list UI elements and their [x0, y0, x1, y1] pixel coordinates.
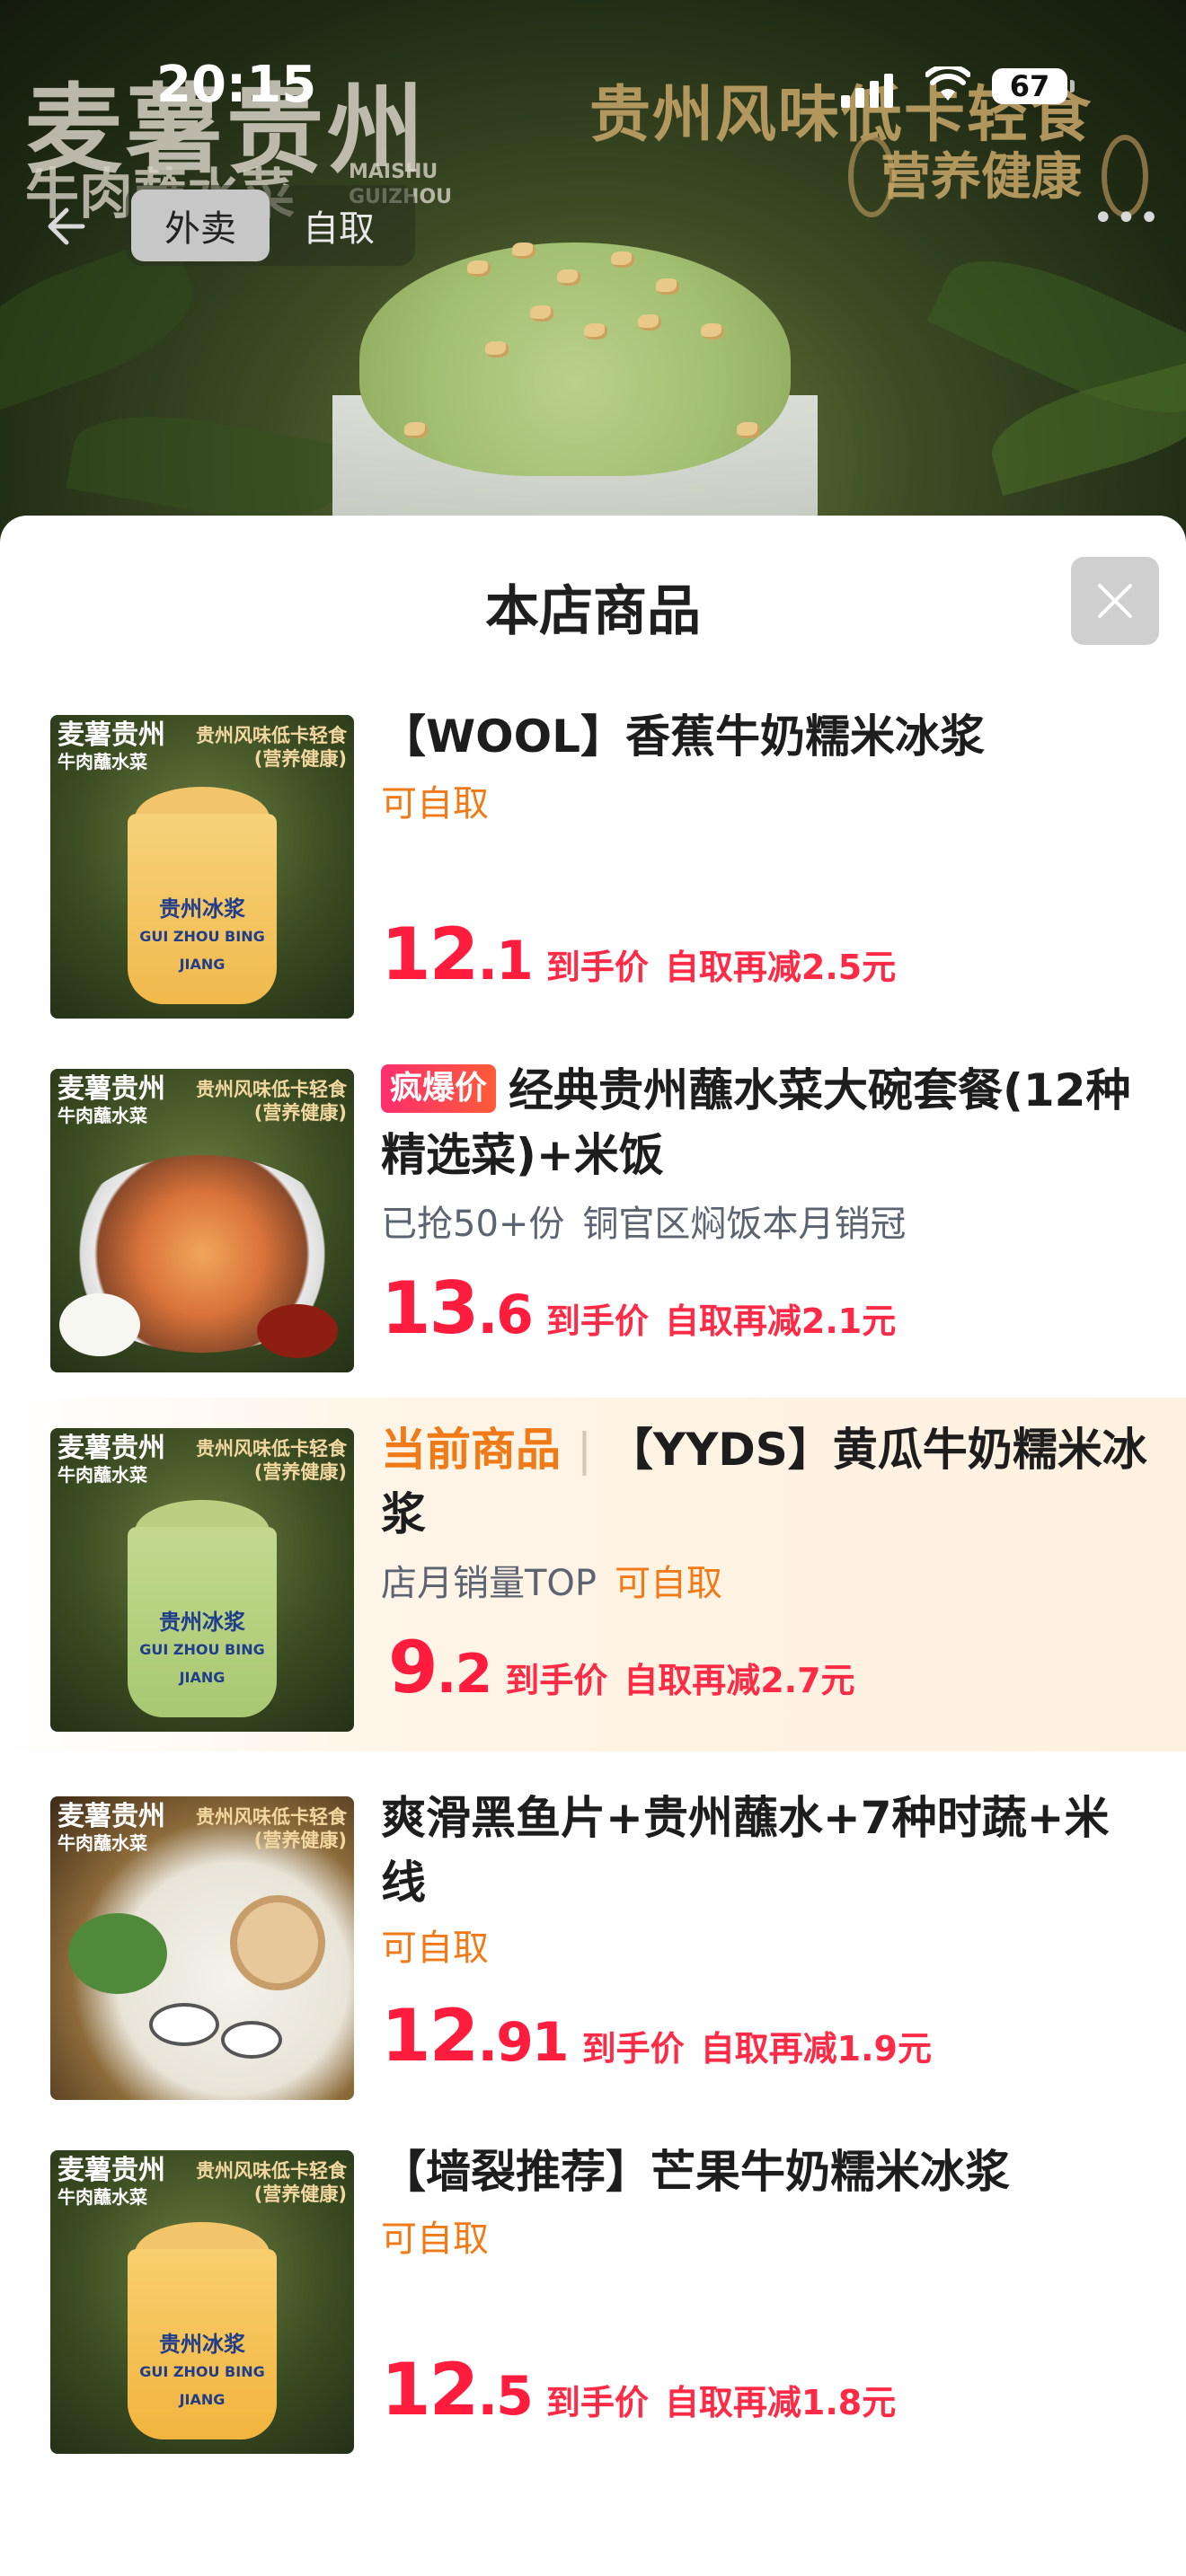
more-options-icon[interactable]: •••: [1093, 198, 1162, 239]
product-price: 13.6: [381, 1266, 534, 1350]
thumb-greens: [68, 1913, 167, 1994]
wifi-icon: [925, 66, 970, 101]
product-image: 麦薯贵州 牛肉蘸水菜 贵州风味低卡轻食 (营养健康): [50, 1069, 354, 1372]
product-name: 【墙裂推荐】芒果牛奶糯米冰浆: [381, 2146, 1010, 2198]
product-name: 【WOOL】香蕉牛奶糯米冰浆: [381, 710, 986, 763]
price-row: 12.5 到手价 自取再减1.8元: [381, 2348, 896, 2431]
thumb-lotus: [230, 1895, 325, 1990]
sold-count-tag: 已抢50+份: [381, 1204, 565, 1245]
nut-topping: [557, 269, 580, 286]
nut-topping: [638, 314, 661, 331]
product-name: 爽滑黑鱼片+贵州蘸水+7种时蔬+米线: [381, 1792, 1110, 1909]
tab-pickup[interactable]: 自取: [270, 190, 408, 261]
thumb-brand: 麦薯贵州 牛肉蘸水菜: [58, 1073, 165, 1127]
product-price: 9.2: [388, 1626, 492, 1709]
pickup-discount: 自取再减2.1元: [664, 1301, 897, 1341]
thumb-slogan: 贵州风味低卡轻食 (营养健康): [196, 1079, 347, 1124]
product-price: 12.1: [381, 913, 534, 996]
signal-icon: [841, 74, 893, 108]
price-row: 9.2 到手价 自取再减2.7元: [388, 1626, 855, 1709]
product-item-current[interactable]: 麦薯贵州 牛肉蘸水菜 贵州风味低卡轻食 (营养健康) 贵州冰浆 GUI ZHOU BI…: [0, 1398, 1186, 1751]
price-label: 到手价: [505, 1661, 608, 1700]
thumb-sauce: [257, 1304, 338, 1358]
thumb-brand: 麦薯贵州 牛肉蘸水菜: [58, 1801, 165, 1855]
close-icon: [1098, 584, 1132, 618]
thumb-slogan: 贵州风味低卡轻食 (营养健康): [196, 2160, 347, 2205]
product-image: 麦薯贵州 牛肉蘸水菜 贵州风味低卡轻食 (营养健康) 贵州冰浆 GUI ZHOU BI…: [50, 1428, 354, 1732]
nut-topping: [467, 260, 491, 277]
status-time: 20:15: [156, 56, 317, 114]
product-image: 麦薯贵州 牛肉蘸水菜 贵州风味低卡轻食 (营养健康): [50, 1796, 354, 2100]
sales-top-tag: 店月销量TOP: [381, 1563, 597, 1604]
pickup-tag: 可自取: [615, 1563, 723, 1604]
nut-topping: [701, 323, 724, 340]
thumb-slogan: 贵州风味低卡轻食 (营养健康): [196, 1806, 347, 1851]
banner-slogan-2: 营养健康: [881, 147, 1082, 207]
current-item-label: 当前商品: [381, 1424, 561, 1476]
pickup-tag: 可自取: [381, 783, 489, 825]
product-image: 麦薯贵州 牛肉蘸水菜 贵州风味低卡轻食 (营养健康) 贵州冰浆 GUI ZHOU BI…: [50, 715, 354, 1019]
nut-topping: [611, 251, 634, 268]
thumb-cup: 贵州冰浆 GUI ZHOU BING JIANG: [128, 2249, 277, 2439]
store-products-sheet: 本店商品 麦薯贵州 牛肉蘸水菜 贵州风味低卡轻食 (营养健康) 贵州冰浆 GUI ZH…: [0, 516, 1186, 2576]
battery-icon: 67: [992, 68, 1075, 104]
arrow-left-icon: [48, 207, 85, 245]
tab-delivery[interactable]: 外卖: [131, 190, 270, 261]
product-item[interactable]: 麦薯贵州 牛肉蘸水菜 贵州风味低卡轻食 (营养健康) 疯爆价 经典贵州蘸水菜大碗套餐(…: [0, 1054, 1186, 1372]
price-label: 到手价: [545, 2383, 649, 2422]
pickup-tag: 可自取: [381, 1928, 489, 1969]
nut-topping: [404, 422, 428, 438]
nut-topping: [530, 305, 553, 322]
delivery-mode-switch: 外卖 自取: [126, 185, 415, 266]
thumb-slogan: 贵州风味低卡轻食 (营养健康): [196, 725, 347, 770]
product-tags: 已抢50+份 铜官区焖饭本月销冠: [381, 1202, 924, 1247]
thumb-fish: [149, 2003, 219, 2046]
nut-topping: [584, 323, 607, 340]
nut-topping: [656, 278, 679, 295]
thumb-brand: 麦薯贵州 牛肉蘸水菜: [58, 1433, 165, 1486]
product-tags: 可自取: [381, 1926, 489, 1971]
product-tags: 店月销量TOP 可自取: [381, 1561, 722, 1606]
price-label: 到手价: [581, 2029, 685, 2069]
back-button[interactable]: [36, 199, 99, 262]
price-row: 12.91 到手价 自取再减1.9元: [381, 1994, 932, 2078]
product-tags: 可自取: [381, 2217, 489, 2262]
ranking-tag: 铜官区焖饭本月销冠: [582, 1204, 907, 1245]
product-item[interactable]: 麦薯贵州 牛肉蘸水菜 贵州风味低卡轻食 (营养健康) 贵州冰浆 GUI ZHOU BI…: [0, 701, 1186, 1019]
nut-topping: [485, 341, 509, 357]
product-item[interactable]: 麦薯贵州 牛肉蘸水菜 贵州风味低卡轻食 (营养健康) 爽滑黑鱼片+贵州蘸水+7种时蔬…: [0, 1782, 1186, 2100]
pickup-tag: 可自取: [381, 2219, 489, 2260]
thumb-slogan: 贵州风味低卡轻食 (营养健康): [196, 1438, 347, 1483]
product-name: 当前商品 | 【YYDS】黄瓜牛奶糯米冰浆: [381, 1424, 1147, 1540]
price-label: 到手价: [545, 1301, 649, 1341]
thumb-rice: [59, 1293, 140, 1356]
product-item[interactable]: 麦薯贵州 牛肉蘸水菜 贵州风味低卡轻食 (营养健康) 贵州冰浆 GUI ZHOU BI…: [0, 2136, 1186, 2454]
thumb-cup: 贵州冰浆 GUI ZHOU BING JIANG: [128, 814, 277, 1004]
product-name: 疯爆价 经典贵州蘸水菜大碗套餐(12种精选菜)+米饭: [381, 1063, 1131, 1181]
pickup-discount: 自取再减2.5元: [664, 948, 897, 987]
pickup-discount: 自取再减1.9元: [700, 2029, 932, 2069]
nut-topping: [512, 243, 535, 259]
thumb-cup: 贵州冰浆 GUI ZHOU BING JIANG: [128, 1527, 277, 1717]
thumb-fish: [221, 2021, 282, 2059]
sheet-title: 本店商品: [485, 580, 701, 643]
pickup-discount: 自取再减2.7元: [624, 1661, 855, 1700]
hot-price-badge: 疯爆价: [381, 1063, 497, 1113]
leaf-decoration: [66, 399, 348, 535]
product-image: 麦薯贵州 牛肉蘸水菜 贵州风味低卡轻食 (营养健康) 贵州冰浆 GUI ZHOU BI…: [50, 2150, 354, 2454]
thumb-brand: 麦薯贵州 牛肉蘸水菜: [58, 2155, 165, 2209]
price-label: 到手价: [545, 948, 649, 987]
nut-topping: [737, 422, 760, 438]
close-button[interactable]: [1071, 557, 1159, 645]
product-tags: 可自取: [381, 781, 489, 826]
product-price: 12.5: [381, 2348, 534, 2431]
price-row: 12.1 到手价 自取再减2.5元: [381, 913, 896, 996]
price-row: 13.6 到手价 自取再减2.1元: [381, 1266, 896, 1350]
product-price: 12.91: [381, 1994, 570, 2078]
thumb-brand: 麦薯贵州 牛肉蘸水菜: [58, 719, 165, 773]
store-banner: 麦薯贵州 牛肉蘸水菜 MAISHU GUIZHOU 贵州风味低卡轻食 营养健康 …: [0, 0, 1186, 575]
pickup-discount: 自取再减1.8元: [664, 2383, 897, 2422]
